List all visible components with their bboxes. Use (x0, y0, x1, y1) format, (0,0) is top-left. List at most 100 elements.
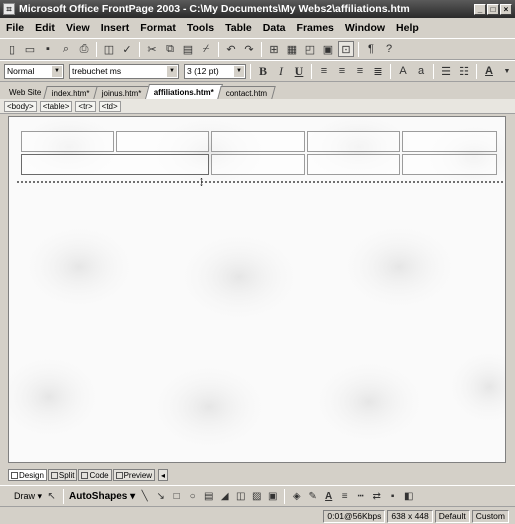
design-canvas[interactable] (8, 116, 506, 463)
arrow-style-icon[interactable]: ⇄ (370, 490, 383, 502)
help-icon[interactable]: ? (381, 41, 397, 57)
undo-icon[interactable]: ↶ (223, 41, 239, 57)
table-cell[interactable] (211, 154, 305, 175)
tag-body[interactable]: <body> (4, 100, 37, 112)
menu-format[interactable]: Format (140, 22, 176, 34)
numbering-icon[interactable]: ☰ (438, 63, 454, 79)
menu-help[interactable]: Help (396, 22, 419, 34)
diagram-icon[interactable]: ◫ (234, 490, 247, 502)
menu-window[interactable]: Window (345, 22, 385, 34)
table-cell[interactable] (401, 131, 497, 152)
tab-affiliations[interactable]: affiliations.htm* (144, 84, 223, 99)
search-icon[interactable]: ⌕ (58, 41, 74, 57)
style-select[interactable]: Normal ▼ (4, 63, 64, 79)
align-center-icon[interactable]: ≡ (334, 63, 350, 79)
tab-preview[interactable]: Preview (112, 469, 156, 481)
chevron-down-icon[interactable]: ▼ (52, 65, 62, 77)
3d-icon[interactable]: ◧ (402, 490, 415, 502)
font-color-icon[interactable]: A (322, 490, 335, 502)
line-color-icon[interactable]: ✎ (306, 490, 319, 502)
insert-web-component-icon[interactable]: ⊞ (266, 41, 282, 57)
tag-tr[interactable]: <tr> (75, 100, 96, 112)
decrease-font-icon[interactable]: a (413, 63, 429, 79)
bullets-icon[interactable]: ☷ (456, 63, 472, 79)
shadow-icon[interactable]: ▪ (386, 490, 399, 502)
arrow-icon[interactable]: ↘ (154, 490, 167, 502)
chevron-down-icon[interactable]: ▼ (499, 63, 515, 79)
increase-font-icon[interactable]: A (395, 63, 411, 79)
font-color-icon[interactable]: A (481, 63, 497, 79)
frontpage-app-icon[interactable]: ⌗ (3, 3, 15, 15)
chevron-down-icon[interactable]: ▼ (234, 65, 244, 77)
tag-table[interactable]: <table> (39, 100, 73, 112)
tab-index[interactable]: index.htm* (43, 86, 99, 99)
textbox-icon[interactable]: ▤ (202, 490, 215, 502)
rectangle-icon[interactable]: □ (170, 490, 183, 502)
font-select[interactable]: trebuchet ms ▼ (69, 63, 179, 79)
paste-icon[interactable]: ▤ (180, 41, 196, 57)
tab-joinus[interactable]: joinus.htm* (93, 86, 151, 99)
italic-icon[interactable]: I (273, 63, 289, 79)
oval-icon[interactable]: ○ (186, 490, 199, 502)
menu-file[interactable]: File (6, 22, 24, 34)
table-cell[interactable] (116, 131, 210, 152)
custom-mode[interactable]: Custom (471, 509, 509, 523)
cut-icon[interactable]: ✂ (144, 41, 160, 57)
draw-menu[interactable]: Draw ▾ (14, 491, 42, 502)
menu-edit[interactable]: Edit (35, 22, 55, 34)
tab-split[interactable]: Split (47, 469, 78, 481)
insert-picture-icon[interactable]: ▣ (320, 41, 336, 57)
picture-icon[interactable]: ▣ (266, 490, 279, 502)
minimize-button[interactable]: _ (474, 3, 486, 15)
spelling-icon[interactable]: ✓ (119, 41, 135, 57)
tab-design[interactable]: Design (8, 469, 47, 481)
justify-icon[interactable]: ≣ (370, 63, 386, 79)
tab-code[interactable]: Code (78, 469, 112, 481)
close-button[interactable]: × (500, 3, 512, 15)
menu-insert[interactable]: Insert (101, 22, 130, 34)
fill-color-icon[interactable]: ◈ (290, 490, 303, 502)
save-icon[interactable]: ▪ (40, 41, 56, 57)
insert-hyperlink-icon[interactable]: ⊡ (338, 41, 354, 57)
menu-data[interactable]: Data (263, 22, 286, 34)
autoshapes-menu[interactable]: AutoShapes ▾ (69, 491, 135, 502)
bold-icon[interactable]: B (255, 63, 271, 79)
line-style-icon[interactable]: ≡ (338, 490, 351, 502)
insert-table-icon[interactable]: ▦ (284, 41, 300, 57)
tab-contact[interactable]: contact.htm (216, 86, 276, 99)
table-cell[interactable] (401, 154, 497, 175)
align-left-icon[interactable]: ≡ (316, 63, 332, 79)
font-size-select[interactable]: 3 (12 pt) ▼ (184, 63, 246, 79)
dash-style-icon[interactable]: ┅ (354, 490, 367, 502)
open-icon[interactable]: ▭ (22, 41, 38, 57)
tag-td[interactable]: <td> (98, 100, 121, 112)
maximize-button[interactable]: □ (487, 3, 499, 15)
scroll-left-icon[interactable]: ◂ (158, 469, 169, 481)
underline-icon[interactable]: U (291, 63, 307, 79)
select-arrow-icon[interactable]: ↖ (45, 490, 58, 502)
menu-table[interactable]: Table (225, 22, 252, 34)
table-cell[interactable] (306, 154, 400, 175)
table-cell-selected[interactable] (21, 154, 210, 175)
tab-web-site[interactable]: Web Site (3, 86, 47, 99)
show-all-icon[interactable]: ¶ (363, 41, 379, 57)
clipart-icon[interactable]: ▨ (250, 490, 263, 502)
chevron-down-icon[interactable]: ▼ (167, 65, 177, 77)
rendering-mode[interactable]: Default (434, 509, 470, 523)
format-painter-icon[interactable]: ⌿ (198, 41, 214, 57)
table-cell[interactable] (21, 131, 115, 152)
wordart-icon[interactable]: ◢ (218, 490, 231, 502)
align-right-icon[interactable]: ≡ (352, 63, 368, 79)
table-cell[interactable] (306, 131, 400, 152)
menu-view[interactable]: View (66, 22, 90, 34)
print-icon[interactable]: ⎙ (76, 41, 92, 57)
layout-table[interactable] (21, 131, 499, 177)
redo-icon[interactable]: ↷ (241, 41, 257, 57)
copy-icon[interactable]: ⧉ (162, 41, 178, 57)
line-icon[interactable]: ╲ (138, 490, 151, 502)
menu-tools[interactable]: Tools (187, 22, 214, 34)
new-page-icon[interactable]: ▯ (4, 41, 20, 57)
preview-browser-icon[interactable]: ◫ (101, 41, 117, 57)
table-cell[interactable] (211, 131, 305, 152)
insert-layer-icon[interactable]: ◰ (302, 41, 318, 57)
